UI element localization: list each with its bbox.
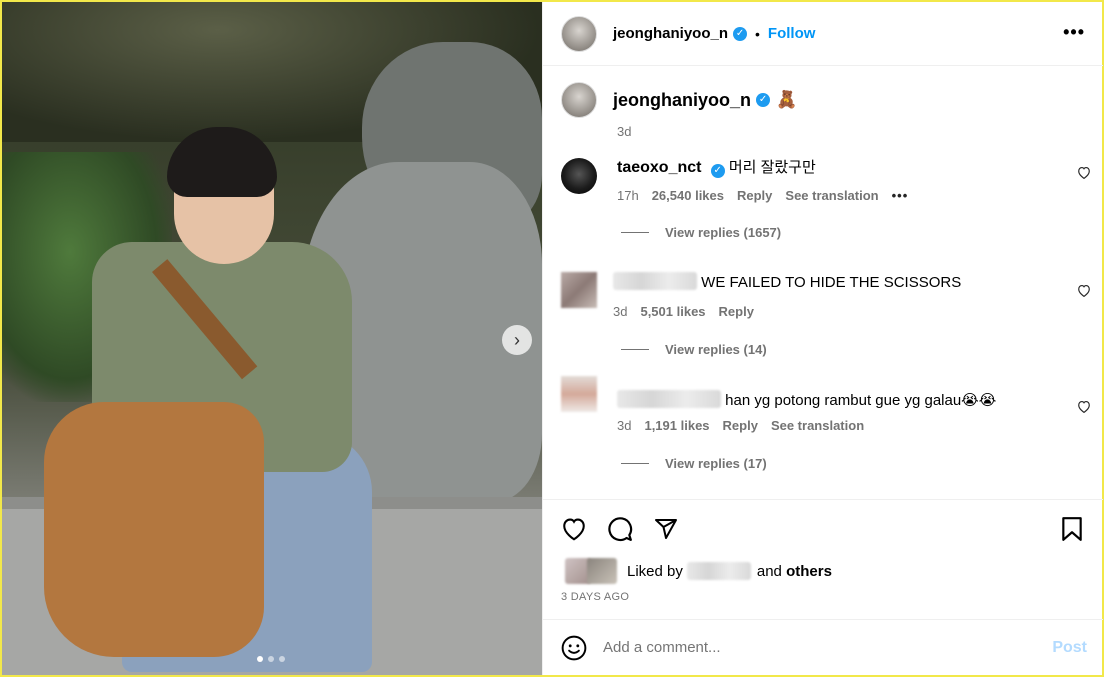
post-comment-button[interactable]: Post: [1052, 639, 1087, 657]
carousel-next-button[interactable]: ›: [502, 325, 532, 355]
comment-text: WE FAILED TO HIDE THE SCISSORS: [701, 274, 962, 291]
header-separator: •: [755, 25, 760, 42]
reply-button[interactable]: Reply: [719, 304, 754, 319]
view-replies-label: View replies (17): [665, 456, 767, 471]
see-translation-button[interactable]: See translation: [785, 188, 878, 203]
liked-by-prefix: Liked by: [627, 562, 683, 580]
liker-username-redacted: [686, 562, 751, 580]
verified-badge-icon: ✓: [710, 164, 725, 178]
liked-by-summary[interactable]: Liked by and others: [565, 558, 832, 584]
more-options-icon[interactable]: •••: [1063, 22, 1085, 43]
comment-icon[interactable]: [607, 516, 633, 542]
carousel-dot: [279, 656, 285, 662]
liker-avatars: [565, 558, 623, 584]
verified-badge-icon: ✓: [733, 26, 748, 41]
post-actions: Liked by and others 3 DAYS AGO: [543, 499, 1103, 623]
commenter-username-redacted: [617, 390, 721, 408]
post-header: jeonghaniyoo_n ✓ • Follow •••: [543, 2, 1103, 66]
liker-avatar: [587, 558, 617, 584]
reply-button[interactable]: Reply: [737, 188, 772, 203]
share-icon[interactable]: [653, 516, 679, 542]
see-translation-button[interactable]: See translation: [771, 418, 864, 433]
view-replies-label: View replies (14): [665, 342, 767, 357]
carousel-dot: [268, 656, 274, 662]
comment-time: 3d: [617, 418, 632, 433]
comment-input[interactable]: [603, 639, 1003, 656]
comment-like-heart-icon[interactable]: [1077, 284, 1091, 300]
follow-button[interactable]: Follow: [768, 25, 816, 42]
comment-time: 17h: [617, 188, 639, 203]
commenter-avatar[interactable]: [561, 272, 597, 308]
view-replies-label: View replies (1657): [665, 225, 782, 240]
reply-button[interactable]: Reply: [723, 418, 758, 433]
comment-likes[interactable]: 1,191 likes: [644, 418, 709, 433]
liked-by-others[interactable]: others: [786, 563, 832, 580]
comment-text: han yg potong rambut gue yg galau😭😭: [725, 392, 997, 409]
smiley-icon[interactable]: [561, 635, 587, 661]
photo-bag: [44, 402, 264, 657]
carousel-indicator: [257, 656, 285, 662]
replies-line: [621, 232, 649, 233]
comment-like-heart-icon[interactable]: [1077, 166, 1091, 182]
post-photo[interactable]: ›: [2, 2, 542, 675]
replies-line: [621, 349, 649, 350]
heart-icon[interactable]: [561, 516, 587, 542]
liked-by-and: and: [756, 562, 782, 580]
commenter-avatar[interactable]: [561, 158, 597, 194]
commenter-username[interactable]: taeoxo_nct: [617, 159, 701, 176]
comment-item: han yg potong rambut gue yg galau😭😭 3d 1…: [561, 376, 1091, 471]
add-comment-bar: Post: [543, 619, 1103, 675]
author-username[interactable]: jeonghaniyoo_n: [613, 25, 728, 42]
comment-likes[interactable]: 26,540 likes: [652, 188, 724, 203]
comment-time: 3d: [613, 304, 628, 319]
comment-like-heart-icon[interactable]: [1077, 400, 1091, 416]
chevron-right-icon: ›: [514, 329, 520, 350]
comment-likes[interactable]: 5,501 likes: [640, 304, 705, 319]
post-caption: jeonghaniyoo_n ✓ 🧸 3d: [561, 82, 797, 139]
commenter-avatar[interactable]: [561, 376, 597, 412]
view-replies-button[interactable]: View replies (1657): [621, 225, 1091, 240]
caption-username[interactable]: jeonghaniyoo_n: [613, 90, 751, 111]
replies-line: [621, 463, 649, 464]
carousel-dot-active: [257, 656, 263, 662]
post-date: 3 DAYS AGO: [561, 591, 630, 603]
comment-text: 머리 잘랐구만: [728, 159, 816, 176]
author-avatar[interactable]: [561, 15, 597, 52]
post-details-panel: jeonghaniyoo_n ✓ • Follow ••• jeonghaniy…: [542, 2, 1103, 675]
caption-time: 3d: [617, 124, 632, 139]
comment-item: taeoxo_nct ✓ 머리 잘랐구만 17h 26,540 likes Re…: [561, 158, 1091, 240]
commenter-username-redacted: [613, 272, 697, 290]
comment-more-icon[interactable]: •••: [892, 188, 909, 203]
view-replies-button[interactable]: View replies (14): [621, 342, 1091, 357]
comment-item: WE FAILED TO HIDE THE SCISSORS 3d 5,501 …: [561, 272, 1091, 357]
verified-badge-icon: ✓: [756, 93, 771, 107]
view-replies-button[interactable]: View replies (17): [621, 456, 1091, 471]
caption-avatar[interactable]: [561, 82, 597, 118]
caption-text: 🧸: [776, 90, 798, 109]
bookmark-icon[interactable]: [1059, 516, 1085, 542]
